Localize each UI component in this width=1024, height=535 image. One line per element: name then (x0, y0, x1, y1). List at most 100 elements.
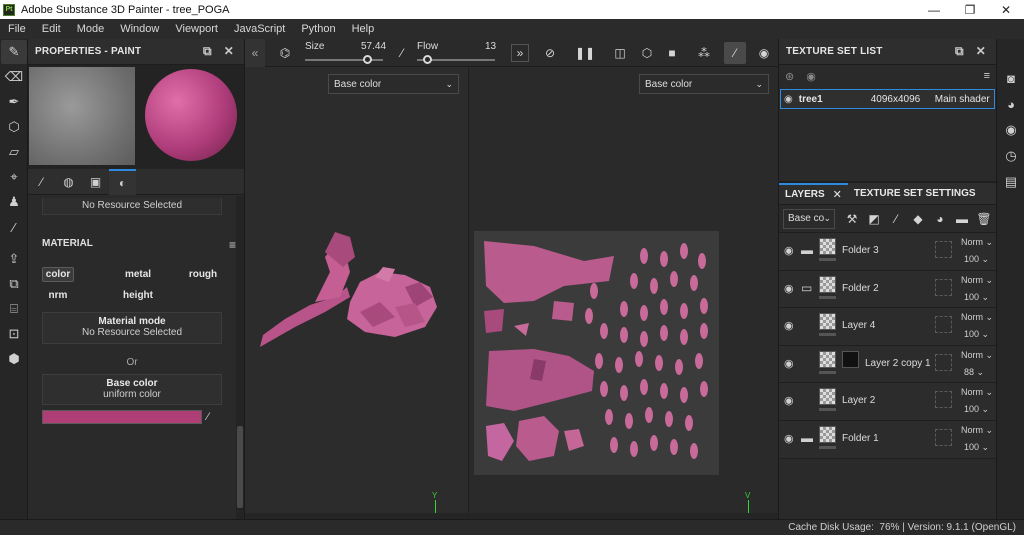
flow-value[interactable]: 13 (485, 41, 496, 52)
2d-channel-select[interactable]: Base color ⌄ (639, 74, 769, 94)
minimize-button[interactable]: — (916, 0, 952, 19)
menu-mode[interactable]: Mode (69, 23, 113, 35)
bake-icon[interactable]: ⧉ (1, 272, 27, 296)
resource-label[interactable]: No Resource Selected (42, 198, 222, 215)
add-folder-icon[interactable]: ▬ (951, 208, 973, 230)
channel-nrm-button[interactable]: nrm (42, 288, 74, 303)
brush-settings-icon[interactable]: ⁄ (393, 44, 411, 62)
eye-icon[interactable]: ◉ (784, 394, 794, 407)
close-panel-icon[interactable]: ✕ (976, 44, 986, 59)
2d-uv-view[interactable]: Base color ⌄ V (468, 67, 778, 525)
3d-view[interactable]: Base color ⌄ Y Z (245, 67, 467, 525)
size-value[interactable]: 57.44 (361, 41, 386, 52)
blend-mode-select[interactable]: Norm ⌄ (961, 387, 993, 398)
add-fill-layer-icon[interactable]: ◆ (907, 208, 929, 230)
projection-icon[interactable]: ✒ (1, 90, 27, 114)
expand-toolbar-icon[interactable]: » (511, 44, 529, 62)
opacity-select[interactable]: 100 ⌄ (964, 442, 989, 453)
layer-row[interactable]: ◉ Layer 2 Norm ⌄ 100 ⌄ (779, 383, 996, 421)
brush-alpha-preview[interactable] (29, 67, 135, 165)
float-panel-icon[interactable]: ⧉ (955, 44, 964, 59)
eye-icon[interactable]: ◉ (784, 282, 794, 295)
clone-icon[interactable]: ⌖ (1, 165, 27, 189)
opacity-select[interactable]: 100 ⌄ (964, 404, 989, 415)
opacity-select[interactable]: 100 ⌄ (964, 254, 989, 265)
opacity-select[interactable]: 100 ⌄ (964, 292, 989, 303)
picker-icon[interactable]: ♟ (1, 190, 27, 214)
channel-color-button[interactable]: color (42, 266, 74, 282)
scrollbar-thumb[interactable] (237, 426, 243, 508)
polygon-fill-icon[interactable]: ⬡ (1, 115, 27, 139)
close-button[interactable]: ✕ (988, 0, 1024, 19)
layer-mask-thumbnail[interactable] (842, 350, 859, 368)
close-tab-icon[interactable]: ✕ (833, 188, 842, 201)
layer-row[interactable]: ◉ ▭ Folder 2 Norm ⌄ 100 ⌄ (779, 270, 996, 309)
material-mode-box[interactable]: Material mode No Resource Selected (42, 312, 222, 344)
display-settings-icon[interactable]: ◙ (997, 65, 1024, 91)
screenshot-icon[interactable]: ◉ (755, 44, 773, 62)
material-sphere-preview[interactable] (145, 69, 237, 161)
layer-row[interactable]: ◉ ▬ Folder 3 Norm ⌄ 100 ⌄ (779, 233, 996, 271)
split-view-icon[interactable]: ◫ (611, 44, 629, 62)
3d-view-icon[interactable]: ⬡ (638, 44, 656, 62)
material-menu-icon[interactable]: ≡ (229, 238, 236, 252)
layer-row[interactable]: ◉ Layer 4 Norm ⌄ 100 ⌄ (779, 308, 996, 346)
channel-height-button[interactable]: height (110, 288, 166, 303)
pause-icon[interactable]: ❚❚ (575, 44, 595, 62)
menu-edit[interactable]: Edit (34, 23, 69, 35)
opacity-select[interactable]: 100 ⌄ (964, 329, 989, 340)
layer-channel-select[interactable]: Base co ⌄ (783, 208, 835, 229)
texture-set-menu-icon[interactable]: ≡ (984, 70, 990, 82)
delete-layer-icon[interactable]: 🗑 (973, 208, 995, 230)
eraser-icon[interactable]: ⌫ (1, 65, 27, 89)
collapse-left-icon[interactable]: « (245, 39, 265, 67)
history-icon[interactable]: ◷ (997, 143, 1024, 169)
blend-mode-select[interactable]: Norm ⌄ (961, 312, 993, 323)
stencil-tab-icon[interactable]: ▣ (82, 169, 109, 195)
properties-scrollbar[interactable] (236, 196, 244, 519)
maximize-button[interactable]: ❐ (952, 0, 988, 19)
paint-mode-icon[interactable]: ⁄ (724, 42, 746, 64)
menu-window[interactable]: Window (112, 23, 167, 35)
flow-slider-knob[interactable] (422, 55, 432, 64)
layer-row[interactable]: ◉ ▬ Folder 1 Norm ⌄ 100 ⌄ (779, 420, 996, 459)
close-panel-icon[interactable]: ✕ (224, 44, 234, 59)
smudge-icon[interactable]: ▱ (1, 140, 27, 164)
eyedropper-icon[interactable]: ⁄ (207, 411, 209, 423)
library-icon[interactable]: ⬢ (1, 347, 27, 371)
menu-javascript[interactable]: JavaScript (226, 23, 293, 35)
layer-row[interactable]: ◉ Layer 2 copy 1 Norm ⌄ 88 ⌄ (779, 345, 996, 384)
menu-viewport[interactable]: Viewport (167, 23, 226, 35)
blend-mode-select[interactable]: Norm ⌄ (961, 237, 993, 248)
brush-tab-icon[interactable]: ⁄ (28, 169, 55, 195)
menu-python[interactable]: Python (293, 23, 343, 35)
blend-mode-select[interactable]: Norm ⌄ (961, 425, 993, 436)
menu-file[interactable]: File (0, 23, 34, 35)
add-smart-material-icon[interactable]: ◕ (929, 208, 951, 230)
hide-ui-icon[interactable]: ⊘ (541, 44, 559, 62)
eye-icon[interactable]: ◉ (784, 432, 794, 445)
tab-layers[interactable]: LAYERS ✕ (779, 182, 848, 205)
symmetry-icon[interactable]: ⌬ (276, 44, 294, 62)
blend-mode-select[interactable]: Norm ⌄ (961, 275, 993, 286)
size-slider-knob[interactable] (362, 55, 372, 64)
add-mask-icon[interactable]: ◩ (863, 208, 885, 230)
base-color-swatch[interactable] (42, 410, 202, 424)
add-material-icon[interactable]: ⊛ (785, 70, 794, 83)
paint-brush-icon[interactable]: ✎ (1, 40, 27, 64)
base-color-box[interactable]: Base color uniform color (42, 374, 222, 405)
add-paint-layer-icon[interactable]: ⁄ (885, 208, 907, 230)
eye-icon[interactable]: ◉ (784, 244, 794, 257)
tab-texture-set-settings[interactable]: TEXTURE SET SETTINGS (848, 183, 982, 205)
3d-channel-select[interactable]: Base color ⌄ (328, 74, 459, 94)
export-icon[interactable]: ⇪ (1, 247, 27, 271)
share-icon[interactable]: ⊡ (1, 322, 27, 346)
channel-metal-button[interactable]: metal (110, 267, 166, 282)
material-tab-icon[interactable]: ◐ (109, 168, 136, 195)
menu-help[interactable]: Help (344, 23, 383, 35)
visibility-icon[interactable]: ◉ (806, 70, 816, 83)
shader-settings-icon[interactable]: ◕ (997, 91, 1024, 117)
eye-icon[interactable]: ◉ (784, 357, 794, 370)
viewer-settings-icon[interactable]: ⌸ (1, 297, 27, 321)
sphere-icon[interactable]: ◉ (997, 117, 1024, 143)
